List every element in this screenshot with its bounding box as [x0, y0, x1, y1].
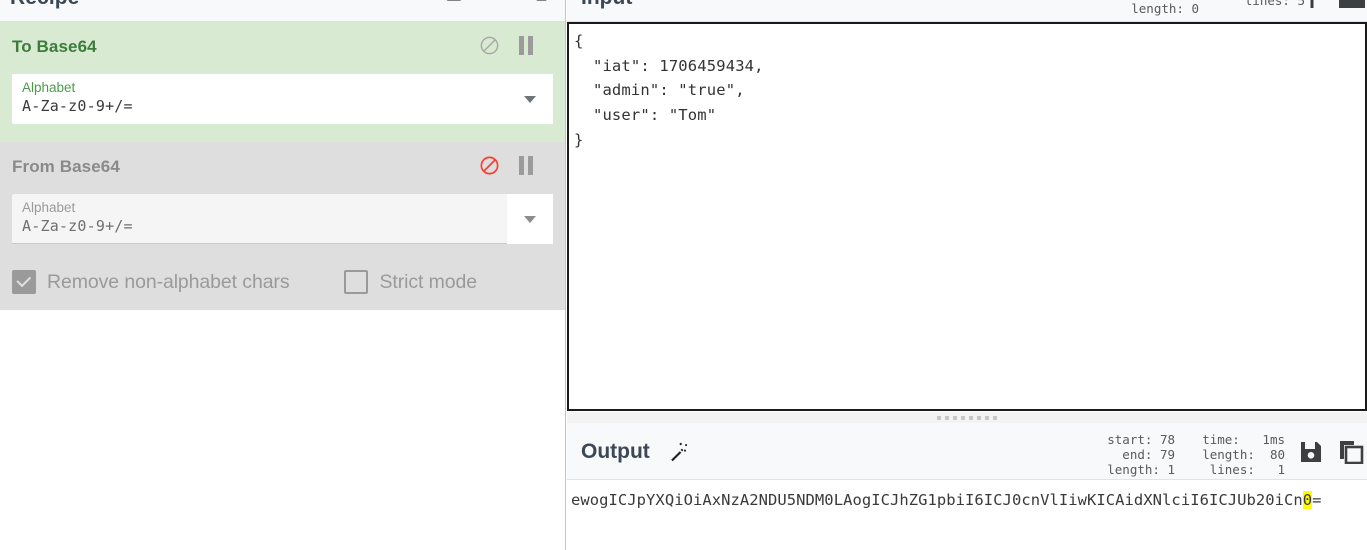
- operation-controls: [479, 155, 533, 176]
- checkbox-remove-non-alphabet-chars[interactable]: Remove non-alphabet chars: [12, 270, 290, 294]
- output-text-before: ewogICJpYXQiOiAxNzA2NDU5NDM0LAogICJhZG1p…: [571, 491, 1303, 509]
- cyberchef-app: Recipe To Base64: [0, 0, 1367, 550]
- input-toolbar: [1305, 0, 1365, 8]
- chevron-down-icon: [524, 95, 536, 103]
- recipe-toolbar: [444, 0, 551, 3]
- copy-output-icon[interactable]: [1339, 440, 1365, 464]
- output-toolbar: [1299, 440, 1365, 464]
- operation-title: To Base64: [12, 37, 97, 56]
- output-stats-left: start: 78 end: 79 length: 1: [1107, 432, 1175, 477]
- splitter-grip-icon: [937, 415, 997, 420]
- breakpoint-pause-icon[interactable]: [519, 156, 533, 175]
- recipe-title: Recipe: [10, 0, 79, 10]
- add-input-tab-icon[interactable]: [1305, 0, 1319, 8]
- output-text-highlight: 0: [1302, 491, 1313, 509]
- breakpoint-pause-icon[interactable]: [519, 36, 533, 55]
- input-lines-stat: lines: 5: [1244, 0, 1305, 8]
- operation-controls: [479, 35, 533, 56]
- operation-title: From Base64: [12, 157, 120, 176]
- output-title: Output: [581, 440, 650, 463]
- output-text-after: =: [1312, 491, 1322, 509]
- magic-wand-icon[interactable]: [667, 440, 691, 464]
- operation-spacer: [12, 124, 553, 142]
- checkbox-label: Remove non-alphabet chars: [47, 270, 290, 293]
- alphabet-value: A-Za-z0-9+/=: [22, 97, 133, 115]
- input-titlebar: Input length: 0 lines: 5: [567, 0, 1367, 22]
- alphabet-label: Alphabet: [22, 80, 76, 95]
- recipe-titlebar: Recipe: [0, 0, 565, 22]
- recipe-operation-from-base64[interactable]: From Base64 Alphabet A-Za-z0-9+/= Remove…: [0, 142, 565, 310]
- checkbox-unchecked-icon[interactable]: [344, 270, 369, 294]
- io-splitter-handle[interactable]: [567, 412, 1367, 423]
- recipe-panel: Recipe To Base64: [0, 0, 566, 550]
- ingredient-alphabet: Alphabet A-Za-z0-9+/=: [12, 194, 553, 244]
- input-panel: Input length: 0 lines: 5 { "iat": 170645…: [567, 0, 1367, 411]
- operation-checkbox-row: Remove non-alphabet chars Strict mode: [12, 244, 553, 310]
- alphabet-dropdown-toggle[interactable]: [507, 194, 553, 244]
- open-folder-as-input-icon[interactable]: [1339, 0, 1365, 8]
- alphabet-text: Alphabet A-Za-z0-9+/=: [12, 194, 507, 244]
- load-recipe-icon[interactable]: [488, 0, 507, 3]
- save-output-icon[interactable]: [1299, 440, 1323, 464]
- output-panel: Output start: 78 end: 79 length: 1 time:…: [567, 423, 1367, 550]
- alphabet-label: Alphabet: [22, 200, 76, 215]
- disable-operation-icon[interactable]: [479, 35, 500, 56]
- operation-header: To Base64: [12, 22, 553, 74]
- io-column: Input length: 0 lines: 5 { "iat": 170645…: [567, 0, 1367, 550]
- checkbox-strict-mode[interactable]: Strict mode: [344, 270, 477, 294]
- alphabet-value: A-Za-z0-9+/=: [22, 217, 133, 235]
- alphabet-select[interactable]: Alphabet A-Za-z0-9+/=: [12, 194, 553, 244]
- input-title: Input: [581, 0, 632, 10]
- input-text[interactable]: { "iat": 1706459434, "admin": "true", "u…: [569, 24, 1365, 153]
- save-recipe-icon[interactable]: [444, 0, 463, 3]
- alphabet-dropdown-toggle[interactable]: [507, 74, 553, 124]
- alphabet-select[interactable]: Alphabet A-Za-z0-9+/=: [12, 74, 553, 124]
- chevron-down-icon: [524, 215, 536, 223]
- recipe-operation-to-base64[interactable]: To Base64 Alphabet A-Za-z0-9+/=: [0, 22, 565, 142]
- clear-recipe-icon[interactable]: [532, 0, 551, 3]
- operation-header: From Base64: [12, 142, 553, 194]
- output-text[interactable]: ewogICJpYXQiOiAxNzA2NDU5NDM0LAogICJhZG1p…: [567, 480, 1367, 510]
- ingredient-alphabet: Alphabet A-Za-z0-9+/=: [12, 74, 553, 124]
- disable-operation-icon[interactable]: [479, 155, 500, 176]
- checkbox-checked-icon[interactable]: [12, 270, 36, 294]
- output-stats-right: time: 1ms length: 80 lines: 1: [1202, 432, 1285, 477]
- checkbox-label: Strict mode: [379, 270, 477, 293]
- output-titlebar: Output start: 78 end: 79 length: 1 time:…: [567, 423, 1367, 480]
- input-editor[interactable]: { "iat": 1706459434, "admin": "true", "u…: [567, 22, 1367, 411]
- output-editor[interactable]: ewogICJpYXQiOiAxNzA2NDU5NDM0LAogICJhZG1p…: [567, 480, 1367, 550]
- input-length-stat: length: 0: [1131, 1, 1199, 16]
- alphabet-text: Alphabet A-Za-z0-9+/=: [12, 74, 507, 124]
